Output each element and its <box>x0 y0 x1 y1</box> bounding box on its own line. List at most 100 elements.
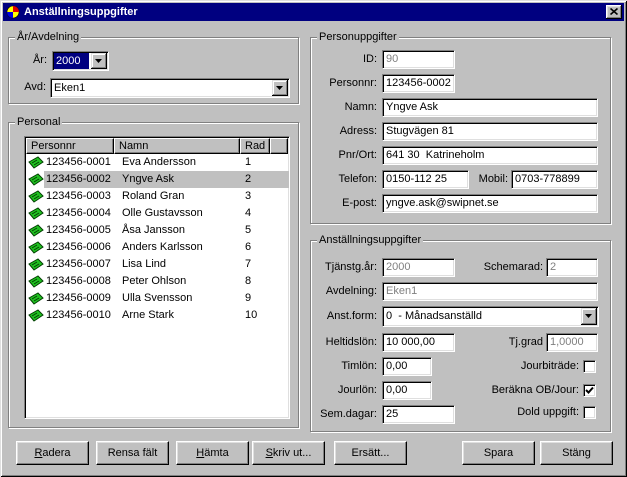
column-header-namn[interactable]: Namn <box>114 138 240 154</box>
id-field[interactable]: 90 <box>382 50 455 69</box>
row-personnr: 123456-0008 <box>46 275 111 287</box>
tjgrad-label: Tj.grad <box>508 336 543 348</box>
employment-legend: Anställningsuppgifter <box>317 234 424 247</box>
person-card-icon <box>28 156 44 169</box>
person-card-icon <box>28 190 44 203</box>
rensa-falt-button[interactable]: Rensa fält <box>96 441 169 465</box>
adress-field[interactable]: Stugvägen 81 <box>382 122 598 141</box>
row-personnr: 123456-0007 <box>46 258 111 270</box>
person-card-icon <box>28 173 44 186</box>
personnr-field[interactable]: 123456-0002 <box>382 74 455 93</box>
mobil-field[interactable]: 0703-778899 <box>511 170 598 189</box>
list-row[interactable]: 123456-0006 Anders Karlsson 6 <box>25 239 289 256</box>
row-namn: Eva Andersson <box>122 156 196 168</box>
person-card-icon <box>28 224 44 237</box>
namn-field[interactable]: Yngve Ask <box>382 98 598 117</box>
avdelning-label: Avdelning: <box>325 285 377 297</box>
row-personnr: 123456-0003 <box>46 190 111 202</box>
spara-button[interactable]: Spara <box>462 441 535 465</box>
jourbitrade-checkbox[interactable] <box>583 360 596 373</box>
stang-button[interactable]: Stäng <box>540 441 613 465</box>
row-namn: Ulla Svensson <box>122 292 193 304</box>
staff-legend: Personal <box>15 116 63 129</box>
row-personnr: 123456-0001 <box>46 156 111 168</box>
berakna-ob-label: Beräkna OB/Jour: <box>491 384 579 396</box>
staff-list[interactable]: Personnr Namn Rad 123456-0001 Eva Anderss… <box>24 136 290 419</box>
telefon-field[interactable]: 0150-112 25 <box>382 170 469 189</box>
column-header-filler <box>270 138 288 154</box>
jourlon-label: Jourlön: <box>337 384 377 396</box>
avdelning-field[interactable]: Eken1 <box>382 282 598 301</box>
list-row[interactable]: 123456-0008 Peter Ohlson 8 <box>25 273 289 290</box>
radera-button[interactable]: Radera <box>16 441 89 465</box>
row-rad: 7 <box>245 258 252 270</box>
person-card-icon <box>28 258 44 271</box>
anstform-dropdown-button[interactable] <box>581 308 597 325</box>
tjanstgar-field[interactable]: 2000 <box>382 258 455 277</box>
list-row[interactable]: 123456-0007 Lisa Lind 7 <box>25 256 289 273</box>
list-row[interactable]: 123456-0002 Yngve Ask 2 <box>25 171 289 188</box>
department-select[interactable]: Eken1 <box>50 78 290 98</box>
epost-label: E-post: <box>342 197 377 209</box>
row-rad: 9 <box>245 292 252 304</box>
list-row[interactable]: 123456-0003 Roland Gran 3 <box>25 188 289 205</box>
chevron-down-icon <box>95 59 102 63</box>
row-personnr: 123456-0010 <box>46 309 111 321</box>
schemarad-field[interactable]: 2 <box>546 258 598 277</box>
chevron-down-icon <box>585 314 592 318</box>
pnr-ort-label: Pnr/Ort: <box>338 149 377 161</box>
heltidslon-field[interactable]: 10 000,00 <box>382 333 455 352</box>
anstform-selected-value: 0 - Månadsanställd <box>386 310 482 322</box>
row-namn: Arne Stark <box>122 309 174 321</box>
tjgrad-field[interactable]: 1,0000 <box>546 333 598 352</box>
dold-uppgift-label: Dold uppgift: <box>517 406 579 418</box>
pnr-ort-field[interactable]: 641 30 Katrineholm <box>382 146 598 165</box>
dold-uppgift-checkbox[interactable] <box>583 406 596 419</box>
row-rad: 5 <box>245 224 252 236</box>
year-department-legend: År/Avdelning <box>15 31 82 44</box>
hamta-button[interactable]: Hämta <box>176 441 249 465</box>
epost-field[interactable]: yngve.ask@swipnet.se <box>382 194 598 213</box>
skriv-ut-button[interactable]: Skriv ut... <box>252 441 325 465</box>
row-namn: Lisa Lind <box>122 258 167 270</box>
row-namn: Yngve Ask <box>122 173 174 185</box>
list-row[interactable]: 123456-0001 Eva Andersson 1 <box>25 154 289 171</box>
list-row[interactable]: 123456-0004 Olle Gustavsson 4 <box>25 205 289 222</box>
department-selected-value: Eken1 <box>54 82 86 94</box>
tjanstgar-label: Tjänstg.år: <box>325 261 377 273</box>
row-personnr: 123456-0006 <box>46 241 111 253</box>
heltidslon-label: Heltidslön: <box>325 336 377 348</box>
year-dropdown-button[interactable] <box>91 53 107 69</box>
list-row[interactable]: 123456-0010 Arne Stark 10 <box>25 307 289 324</box>
department-label: Avd: <box>24 81 46 93</box>
semdagar-field[interactable]: 25 <box>382 405 455 424</box>
row-rad: 8 <box>245 275 252 287</box>
close-button[interactable] <box>606 5 622 19</box>
person-card-icon <box>28 207 44 220</box>
app-icon <box>5 4 21 20</box>
year-select[interactable]: 2000 <box>52 51 109 71</box>
title-bar[interactable]: Anställningsuppgifter <box>3 3 624 21</box>
column-header-personnr[interactable]: Personnr <box>26 138 114 154</box>
anstform-select[interactable]: 0 - Månadsanställd <box>382 306 599 327</box>
timlon-field[interactable]: 0,00 <box>382 357 432 376</box>
chevron-down-icon <box>276 86 283 90</box>
mobil-label: Mobil: <box>478 173 508 185</box>
ersatt-button[interactable]: Ersätt... <box>334 441 407 465</box>
jourbitrade-label: Jourbiträde: <box>520 360 579 372</box>
column-header-rad[interactable]: Rad <box>240 138 270 154</box>
jourlon-field[interactable]: 0,00 <box>382 381 432 400</box>
anstform-label: Anst.form: <box>326 310 377 322</box>
berakna-ob-checkbox[interactable] <box>583 384 596 397</box>
row-rad: 2 <box>245 173 252 185</box>
row-rad: 10 <box>245 309 258 321</box>
row-rad: 1 <box>245 156 252 168</box>
row-rad: 3 <box>245 190 252 202</box>
list-row[interactable]: 123456-0009 Ulla Svensson 9 <box>25 290 289 307</box>
list-row[interactable]: 123456-0005 Åsa Jansson 5 <box>25 222 289 239</box>
window-title: Anställningsuppgifter <box>24 6 138 18</box>
department-dropdown-button[interactable] <box>272 80 288 96</box>
person-card-icon <box>28 292 44 305</box>
row-personnr: 123456-0004 <box>46 207 111 219</box>
id-label: ID: <box>362 53 377 65</box>
